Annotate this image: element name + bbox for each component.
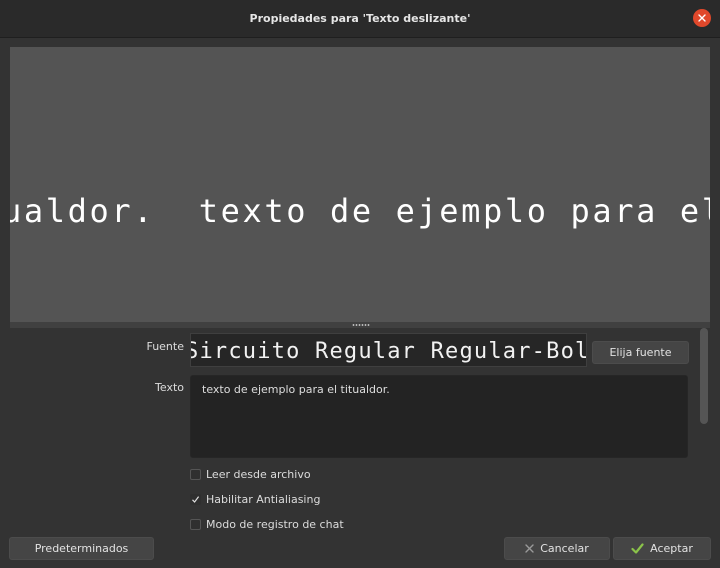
choose-font-button[interactable]: Elija fuente — [592, 341, 689, 364]
x-icon — [525, 544, 534, 553]
checkbox-read-from-file[interactable]: Leer desde archivo — [190, 467, 311, 481]
accept-button-label: Aceptar — [650, 542, 693, 555]
checkbox-label: Leer desde archivo — [206, 467, 311, 481]
accept-button[interactable]: Aceptar — [613, 537, 711, 560]
splitter-grip-icon[interactable] — [352, 324, 370, 326]
checkbox-enable-antialiasing[interactable]: Habilitar Antialiasing — [190, 492, 320, 506]
checkbox-label: Modo de registro de chat — [206, 517, 344, 531]
scrollbar[interactable] — [700, 328, 708, 424]
font-preview-text: Sircuito Regular Regular-Bold — [190, 339, 587, 364]
checkbox-chat-log-mode[interactable]: Modo de registro de chat — [190, 517, 344, 531]
checkbox-box[interactable] — [190, 468, 201, 480]
titlebar: Propiedades para 'Texto deslizante' — [0, 0, 720, 38]
font-preview-field: Sircuito Regular Regular-Bold — [190, 333, 587, 367]
checkmark-icon — [631, 542, 644, 555]
defaults-button[interactable]: Predeterminados — [9, 537, 154, 560]
checkbox-box[interactable] — [190, 518, 201, 530]
preview-scrolling-text: ualdor. texto de ejemplo para el tituald… — [10, 192, 710, 230]
checkmark-icon — [192, 495, 200, 503]
text-label: Texto — [155, 381, 184, 394]
properties-dialog: Propiedades para 'Texto deslizante' uald… — [0, 0, 720, 568]
window-title: Propiedades para 'Texto deslizante' — [249, 12, 471, 25]
font-label: Fuente — [146, 340, 184, 353]
cancel-button[interactable]: Cancelar — [504, 537, 610, 560]
close-button[interactable] — [693, 9, 711, 27]
preview-area: ualdor. texto de ejemplo para el tituald… — [10, 47, 710, 322]
text-input[interactable]: texto de ejemplo para el titualdor. — [190, 375, 688, 458]
checkbox-label: Habilitar Antialiasing — [206, 492, 321, 506]
cancel-button-label: Cancelar — [540, 542, 589, 555]
close-icon — [698, 14, 706, 22]
checkbox-box[interactable] — [190, 493, 201, 505]
